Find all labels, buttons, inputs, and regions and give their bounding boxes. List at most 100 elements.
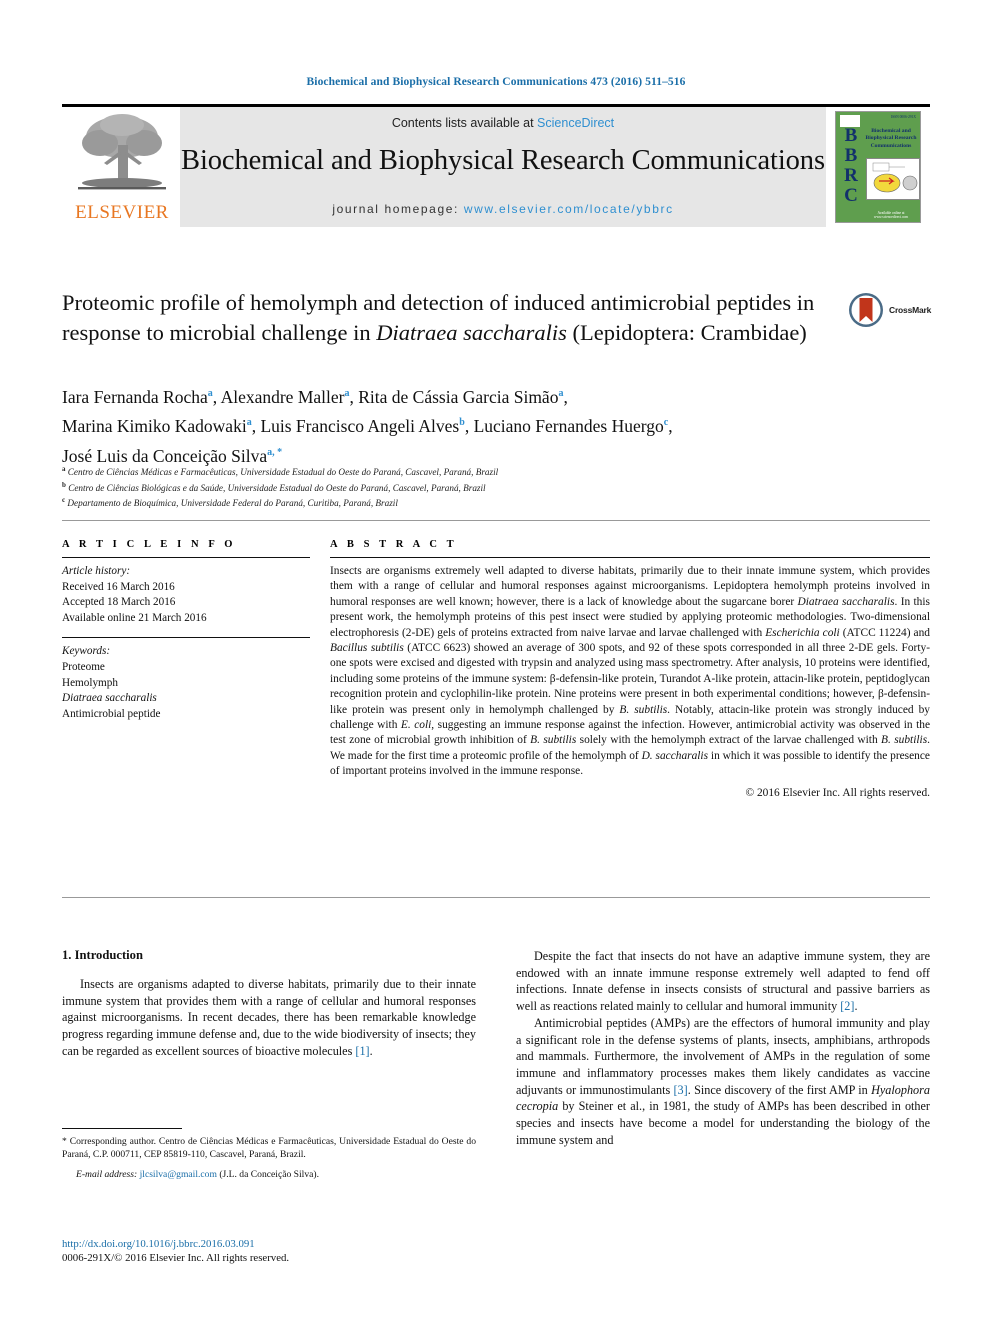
keywords-rule — [62, 637, 310, 639]
article-accepted: Accepted 18 March 2016 — [62, 596, 176, 609]
keyword-item: Proteome — [62, 660, 105, 673]
email-link[interactable]: jlcsilva@gmail.com — [140, 1169, 217, 1180]
title-area: Proteomic profile of hemolymph and detec… — [62, 288, 842, 348]
author-3: Rita de Cássia Garcia Simão — [358, 386, 559, 407]
keyword-item: Antimicrobial peptide — [62, 707, 161, 720]
intro-right-text-1-end: . — [854, 999, 858, 1014]
abs-species-2: Escherichia coli — [765, 626, 840, 639]
author-1-affiliation-marker: a — [207, 388, 213, 399]
affiliation-a-text: Centro de Ciências Médicas e Farmacêutic… — [67, 467, 499, 478]
footnote-divider — [62, 1128, 182, 1129]
affiliation-c-marker: c — [62, 496, 66, 505]
intro-left-text-end: . — [369, 1043, 373, 1058]
homepage-url-link[interactable]: www.elsevier.com/locate/ybbrc — [464, 202, 674, 216]
intro-right-text-2c: by Steiner et al., in 1981, the study of… — [516, 1099, 930, 1147]
author-3-affiliation-marker: a — [558, 388, 564, 399]
affiliation-a: a Centro de Ciências Médicas e Farmacêut… — [62, 463, 922, 479]
crossmark-badge[interactable]: CrossMark — [848, 288, 944, 332]
journal-cover-thumbnail: ISSN 0006-291X BBRC Biochemical and Biop… — [826, 107, 930, 227]
cover-figure-image — [866, 158, 920, 200]
article-received: Received 16 March 2016 — [62, 580, 175, 593]
affiliation-list: a Centro de Ciências Médicas e Farmacêut… — [62, 463, 922, 510]
cover-bbrc-letters: BBRC — [844, 125, 858, 206]
doi-link[interactable]: http://dx.doi.org/10.1016/j.bbrc.2016.03… — [62, 1237, 476, 1251]
page-title: Proteomic profile of hemolymph and detec… — [62, 288, 842, 348]
homepage-prefix: journal homepage: — [332, 202, 464, 216]
keyword-item: Diatraea saccharalis — [62, 692, 157, 705]
sciencedirect-link[interactable]: ScienceDirect — [537, 116, 614, 130]
abs-species-6: B. subtilis — [530, 734, 577, 747]
affiliation-c: c Departamento de Bioquímica, Universida… — [62, 494, 922, 510]
journal-masthead: ELSEVIER Contents lists available at Sci… — [62, 104, 930, 227]
corresponding-author-note: * Corresponding author. Centro de Ciênci… — [62, 1136, 476, 1161]
body-column-left: 1. Introduction Insects are organisms ad… — [62, 948, 476, 1148]
info-abstract-block: A R T I C L E I N F O Article history: R… — [62, 520, 930, 799]
citation-ref-1[interactable]: [1] — [355, 1044, 369, 1058]
article-info-heading: A R T I C L E I N F O — [62, 539, 237, 550]
abs-species-7: B. subtilis — [881, 734, 928, 747]
abs-species-1: Diatraea saccharalis — [797, 595, 895, 608]
crossmark-icon — [849, 293, 883, 327]
abstract-text: Insects are organisms extremely well ada… — [330, 564, 930, 780]
contents-prefix: Contents lists available at — [391, 116, 538, 130]
article-info-column: A R T I C L E I N F O Article history: R… — [62, 539, 310, 799]
affiliation-b-marker: b — [62, 480, 66, 489]
author-1: Iara Fernanda Rocha — [62, 386, 208, 407]
author-4-affiliation-marker: a — [246, 417, 252, 429]
email-label: E-mail address: — [76, 1169, 138, 1181]
crossmark-label: CrossMark — [889, 305, 932, 315]
author-5: Luis Francisco Angeli Alves — [260, 416, 460, 437]
affiliation-b: b Centro de Ciências Biológicas e da Saú… — [62, 479, 922, 495]
article-history-block: Article history: Received 16 March 2016 … — [62, 564, 310, 626]
author-6: Luciano Fernandes Huergo — [473, 416, 664, 437]
abs-species-4: B. subtilis — [619, 703, 668, 716]
author-2-affiliation-marker: a — [344, 388, 350, 399]
affiliation-b-text: Centro de Ciências Biológicas e da Saúde… — [68, 482, 486, 493]
intro-paragraph-right-1: Despite the fact that insects do not hav… — [516, 948, 930, 1015]
intro-paragraph-left-1: Insects are organisms adapted to diverse… — [62, 976, 476, 1060]
abstract-heading: A B S T R A C T — [330, 539, 458, 550]
abs-species-3: Bacillus subtilis — [330, 642, 404, 655]
intro-paragraph-right-2: Antimicrobial peptides (AMPs) are the ef… — [516, 1015, 930, 1149]
abstract-column: A B S T R A C T Insects are organisms ex… — [330, 539, 930, 799]
journal-homepage-line: journal homepage: www.elsevier.com/locat… — [180, 202, 826, 216]
keyword-item: Hemolymph — [62, 676, 118, 689]
paper-page: Biochemical and Biophysical Research Com… — [0, 0, 992, 1323]
article-history-label: Article history: — [62, 565, 131, 577]
abstract-copyright: © 2016 Elsevier Inc. All rights reserved… — [745, 786, 930, 799]
keywords-block: Keywords: Proteome Hemolymph Diatraea sa… — [62, 644, 310, 722]
intro-left-text: Insects are organisms adapted to diverse… — [62, 977, 476, 1058]
email-owner: (J.L. da Conceição Silva). — [219, 1169, 319, 1181]
cover-title-text: Biochemical and Biophysical Research Com… — [865, 128, 917, 149]
author-6-affiliation-marker: c — [663, 417, 669, 429]
footnote-area: * Corresponding author. Centro de Ciênci… — [62, 1128, 476, 1182]
journal-title: Biochemical and Biophysical Research Com… — [181, 145, 825, 176]
body-columns: 1. Introduction Insects are organisms ad… — [62, 948, 930, 1148]
section-heading-introduction: 1. Introduction — [62, 948, 143, 962]
abs-species-5: E. coli — [400, 719, 432, 732]
abstract-bottom-rule — [62, 897, 930, 898]
elsevier-wordmark: ELSEVIER — [75, 202, 169, 223]
author-5-affiliation-marker: b — [459, 417, 465, 429]
running-head: Biochemical and Biophysical Research Com… — [306, 76, 686, 88]
cover-issn: ISSN 0006-291X — [890, 115, 916, 119]
elsevier-logo: ELSEVIER — [62, 107, 180, 227]
article-info-rule — [62, 557, 310, 558]
author-list: Iara Fernanda Rochaa, Alexandre Mallera,… — [62, 386, 673, 466]
cover-footer-text: Available online at www.sciencedirect.co… — [873, 211, 909, 219]
author-7-affiliation-marker: a, * — [267, 446, 283, 458]
contents-lists-line: Contents lists available at ScienceDirec… — [180, 116, 826, 130]
intro-right-text-1: Despite the fact that insects do not hav… — [516, 949, 930, 1014]
abstract-rule — [330, 557, 930, 558]
citation-ref-2[interactable]: [2] — [840, 999, 854, 1013]
affiliation-a-marker: a — [62, 465, 66, 473]
author-2: Alexandre Maller — [220, 386, 345, 407]
title-species-1: Diatraea saccharalis — [376, 320, 567, 345]
abs-seg-7: solely with the hemolymph extract of the… — [576, 734, 882, 747]
title-text-part2: (Lepidoptera: Crambidae) — [566, 320, 807, 345]
author-4: Marina Kimiko Kadowaki — [62, 416, 247, 437]
keywords-label: Keywords: — [62, 645, 111, 658]
citation-ref-3[interactable]: [3] — [674, 1083, 688, 1097]
body-column-right: Despite the fact that insects do not hav… — [516, 948, 930, 1148]
elsevier-tree-icon — [78, 114, 166, 190]
